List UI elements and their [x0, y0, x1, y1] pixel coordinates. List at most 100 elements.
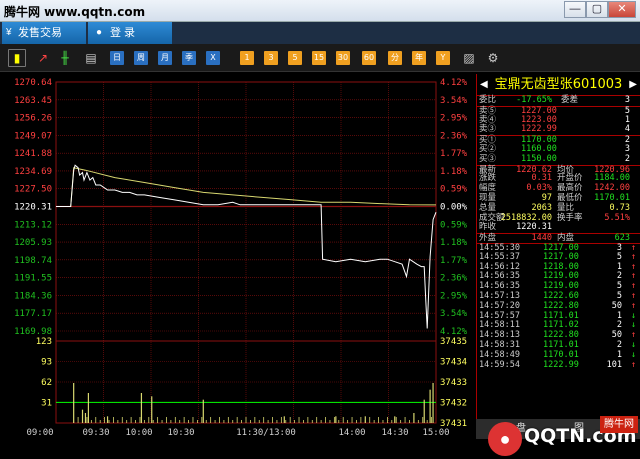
price-tick-label: 1169.98	[14, 327, 52, 337]
price-tick-label: 1249.07	[14, 131, 52, 141]
login-tab[interactable]: ● 登 录	[88, 22, 172, 44]
stock-name: 宝鼎无齿型张	[494, 77, 573, 92]
buy-label: 买③	[479, 153, 497, 164]
time-tick-label: 10:00	[125, 428, 152, 438]
vol-right-tick: 37434	[440, 358, 467, 368]
month-button[interactable]: 月	[158, 51, 172, 65]
stat-row: 成交额 2518832.00 换手率 5.51%	[477, 212, 640, 224]
volume-axis: 1239362313743537434374333743237431	[36, 337, 467, 429]
season-button[interactable]: 季	[182, 51, 196, 65]
up-arrow-icon: ↑	[630, 359, 636, 370]
pct-tick-label: 2.36%	[440, 274, 468, 284]
minimize-button[interactable]: —	[564, 1, 586, 18]
min60-button[interactable]: 60	[362, 51, 376, 65]
window-title: 腾牛网 www.qqtn.com	[4, 5, 146, 19]
vol-tick-label: 62	[41, 378, 52, 388]
year-button[interactable]: 年	[412, 51, 426, 65]
price-tick-label: 1213.12	[14, 220, 52, 230]
bottom-tabs: 盘 图	[476, 419, 640, 439]
price-tick-label: 1184.36	[14, 291, 52, 301]
weicha-value: 3	[624, 95, 630, 105]
vol-right-tick: 37433	[440, 378, 467, 388]
sell-trade-tab[interactable]: ¥ 发售交易	[2, 22, 86, 44]
stat-value2: 5.51%	[604, 212, 630, 223]
price-tick-label: 1256.26	[14, 114, 52, 124]
time-tick-label: 11:30/13:00	[236, 428, 296, 438]
title-bar: 腾牛网 www.qqtn.com — ▢ ✕	[0, 0, 640, 22]
candle-icon[interactable]: ╫	[58, 51, 72, 65]
min15-button[interactable]: 15	[312, 51, 326, 65]
price-tick-label: 1198.74	[14, 256, 52, 266]
stock-title: ◀ 宝鼎无齿型张601003 ▶	[477, 74, 640, 96]
y-button[interactable]: Y	[436, 51, 450, 65]
min5-button[interactable]: 5	[288, 51, 302, 65]
pct-tick-label: 1.77%	[440, 149, 468, 159]
vol-tick-label: 93	[41, 358, 52, 368]
tab-chart[interactable]: 图	[564, 419, 594, 439]
sell-row: 卖⑤ 1227.00 5	[477, 105, 640, 116]
weicha-label: 委差	[561, 95, 579, 105]
vol-right-tick: 37432	[440, 399, 467, 409]
buy-vol: 2	[624, 153, 630, 164]
outer-row: 外盘 1440 内盘 623	[477, 233, 640, 243]
pct-tick-label: 0.59%	[440, 220, 468, 230]
tick-vol: 101	[606, 359, 622, 370]
pct-tick-label: 0.00%	[440, 203, 468, 213]
draw-icon[interactable]: ▨	[462, 51, 476, 65]
price-tick-label: 1227.50	[14, 185, 52, 195]
bar-chart-icon[interactable]: ▮	[8, 49, 26, 67]
close-button[interactable]: ✕	[608, 1, 636, 18]
maximize-button[interactable]: ▢	[586, 1, 608, 18]
weibi-label: 委比	[479, 95, 497, 105]
buy-price: 1150.00	[521, 153, 557, 164]
min1-button[interactable]: 1	[240, 51, 254, 65]
login-label: 登 录	[110, 27, 136, 39]
prev-stock-arrow[interactable]: ◀	[480, 74, 488, 96]
tick-time: 14:59:54	[479, 359, 520, 370]
time-tick-label: 09:30	[82, 428, 109, 438]
time-tick-label: 14:30	[381, 428, 408, 438]
weibi-value: -17.65%	[516, 95, 552, 105]
yen-icon: ¥	[6, 27, 12, 38]
sell-price: 1222.99	[521, 124, 557, 135]
week-button[interactable]: 周	[134, 51, 148, 65]
calendar-icon[interactable]: ▤	[84, 51, 98, 65]
price-tick-label: 1241.88	[14, 149, 52, 159]
min3-button[interactable]: 3	[264, 51, 278, 65]
price-tick-label: 1234.69	[14, 167, 52, 177]
tab-handicap[interactable]: 盘	[506, 419, 536, 439]
next-stock-arrow[interactable]: ▶	[629, 74, 637, 96]
pct-tick-label: 1.18%	[440, 167, 468, 177]
percent-axis: 4.12% 3.54% 2.95% 2.36% 1.77% 1.18% 0.59% 0.00%…	[440, 78, 468, 337]
sell-trade-label: 发售交易	[18, 27, 62, 39]
price-tick-label: 1191.55	[14, 274, 52, 284]
minute-button[interactable]: 分	[388, 51, 402, 65]
pct-tick-label: 4.12%	[440, 327, 468, 337]
pct-tick-label: 3.54%	[440, 96, 468, 106]
buy-row: 买① 1170.00 2	[477, 135, 640, 145]
time-tick-label: 09:00	[26, 428, 53, 438]
stock-code: 601003	[572, 77, 623, 92]
min30-button[interactable]: 30	[336, 51, 350, 65]
day-button[interactable]: 日	[110, 51, 124, 65]
pct-tick-label: 1.18%	[440, 238, 468, 248]
pct-tick-label: 0.59%	[440, 185, 468, 195]
time-tick-label: 15:00	[422, 428, 449, 438]
time-tick-label: 14:00	[338, 428, 365, 438]
sell-row: 卖④ 1223.00 1	[477, 115, 640, 126]
gear-icon[interactable]: ⚙	[486, 51, 500, 65]
pct-tick-label: 2.95%	[440, 291, 468, 301]
intraday-chart: 1270.641263.451256.261249.071241.881234.…	[14, 78, 468, 438]
nav-bar: ¥ 发售交易 ● 登 录	[0, 22, 640, 44]
pct-tick-label: 1.77%	[440, 256, 468, 266]
vol-right-tick: 37435	[440, 337, 467, 347]
pct-tick-label: 2.36%	[440, 131, 468, 141]
vol-tick-label: 31	[41, 399, 52, 409]
weibi-row: 委比 -17.65% 委差 3	[477, 95, 640, 106]
stat-value: 1220.31	[516, 222, 552, 233]
stat-label: 昨收	[479, 222, 497, 233]
quote-panel: ◀ 宝鼎无齿型张601003 ▶ 委比 -17.65% 委差 3 卖⑤ 1227.00 5 卖…	[476, 74, 640, 439]
time-tick-label: 10:30	[167, 428, 194, 438]
x-button[interactable]: X	[206, 51, 220, 65]
line-chart-icon[interactable]: ↗	[36, 51, 50, 65]
